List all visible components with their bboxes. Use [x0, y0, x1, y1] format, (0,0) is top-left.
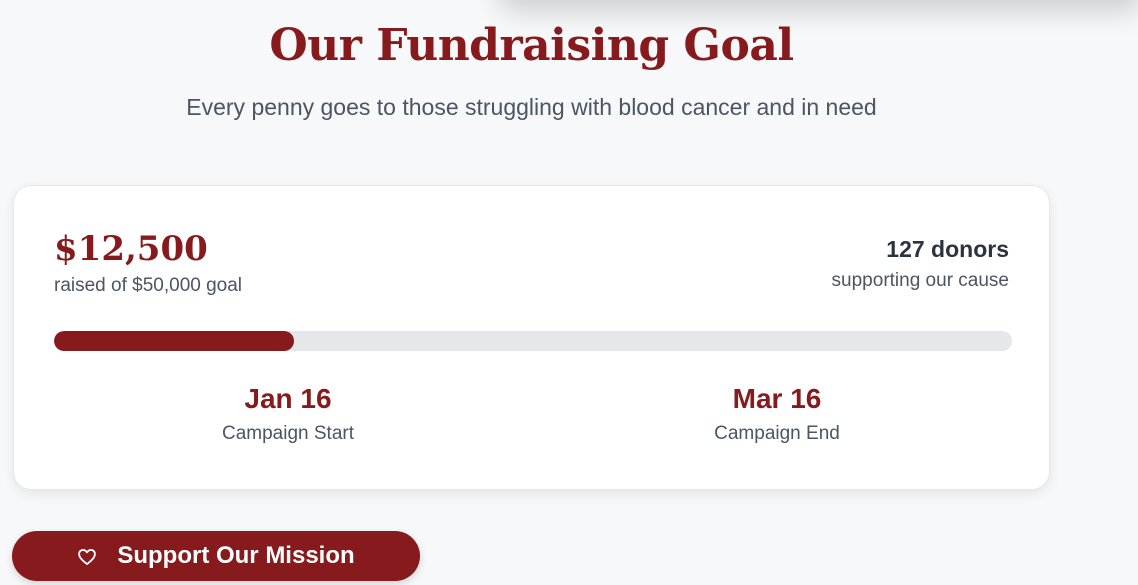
end-label: Campaign End: [714, 423, 840, 444]
donor-caption: supporting our cause: [831, 270, 1009, 291]
campaign-end: Mar 16 Campaign End: [627, 381, 927, 447]
campaign-start: Jan 16 Campaign Start: [138, 381, 438, 447]
start-date: Jan 16: [244, 383, 332, 414]
heart-icon: [77, 546, 97, 566]
end-date: Mar 16: [732, 383, 822, 414]
page-title: Our Fundraising Goal: [269, 20, 794, 71]
donor-count: 127 donors: [886, 236, 1009, 262]
support-mission-button[interactable]: Support Our Mission: [12, 531, 420, 581]
progress-fill: [54, 331, 294, 351]
progress-bar: [54, 331, 1012, 351]
start-label: Campaign Start: [221, 423, 354, 444]
page-subtitle: Every penny goes to those struggling wit…: [186, 94, 877, 120]
fundraising-card: $12,500 raised of $50,000 goal 127 donor…: [13, 185, 1050, 490]
goal-text: raised of $50,000 goal: [54, 275, 243, 296]
support-button-label: Support Our Mission: [117, 542, 355, 569]
raised-amount: $12,500: [54, 229, 208, 269]
